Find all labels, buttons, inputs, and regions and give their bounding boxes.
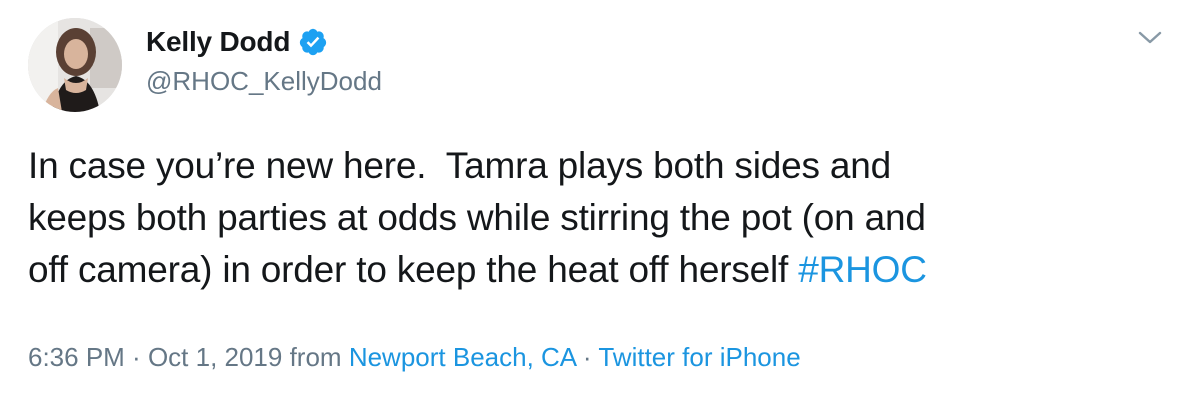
tweet-text-line: off camera) in order to keep the heat of… [28, 244, 1168, 296]
tweet-meta: 6:36 PM · Oct 1, 2019 from Newport Beach… [28, 342, 801, 373]
location-link[interactable]: Newport Beach, CA [349, 342, 576, 372]
tweet-time[interactable]: 6:36 PM [28, 342, 125, 372]
tweet-text-line: keeps both parties at odds while stirrin… [28, 197, 926, 238]
avatar[interactable] [28, 18, 122, 112]
avatar-image [28, 18, 122, 112]
tweet-text-line: In case you’re new here. Tamra plays bot… [28, 145, 892, 186]
verified-badge-icon [298, 27, 328, 57]
meta-separator: · [575, 342, 599, 372]
tweet-text-segment: off camera) in order to keep the heat of… [28, 249, 799, 290]
tweet-text: In case you’re new here. Tamra plays bot… [28, 140, 1168, 296]
tweet-date[interactable]: Oct 1, 2019 [148, 342, 282, 372]
hashtag-link[interactable]: #RHOC [798, 249, 927, 290]
meta-separator: · [124, 342, 148, 372]
display-name[interactable]: Kelly Dodd [146, 26, 290, 58]
chevron-down-icon[interactable] [1136, 28, 1164, 48]
author-handle[interactable]: @RHOC_KellyDodd [146, 66, 382, 97]
from-label: from [282, 342, 349, 372]
tweet-card: Kelly Dodd @RHOC_KellyDodd In case you’r… [0, 0, 1194, 406]
source-link[interactable]: Twitter for iPhone [598, 342, 800, 372]
author-name-row: Kelly Dodd [146, 22, 328, 62]
